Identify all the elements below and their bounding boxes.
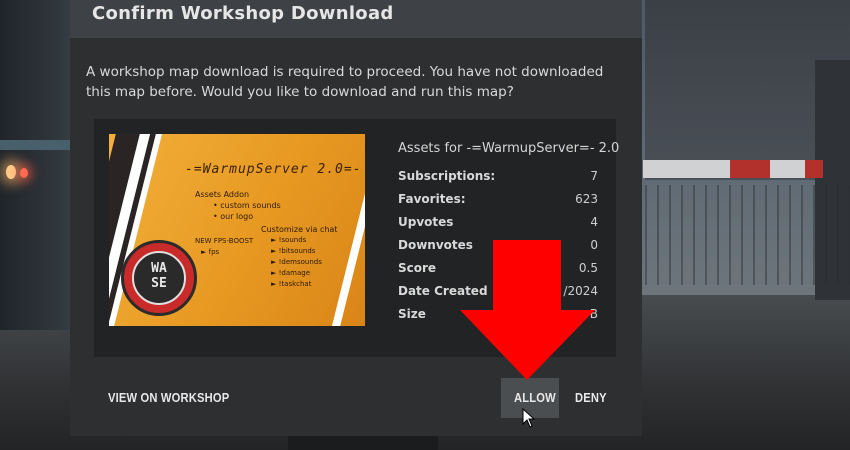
thumbnail-chat-item: ► !sounds [271,236,307,244]
background-player-legs [288,434,438,450]
thumbnail-title: -=WarmupServer 2.0=- [185,162,362,177]
background-light [20,168,28,178]
wase-logo-line: WA [151,261,167,276]
stat-label: Score [398,261,437,275]
map-thumbnail: -=WarmupServer 2.0=- Assets Addon • cust… [109,134,365,326]
stat-value: 623 [575,192,598,206]
dialog-title: Confirm Workshop Download [92,3,394,24]
thumbnail-chat-item: ► !bitsounds [271,247,316,255]
background-fence [645,185,850,285]
thumbnail-fps-line: ► fps [201,248,220,256]
background-left-strip [0,140,70,150]
thumbnail-assets-item: • our logo [213,212,254,221]
thumbnail-chat-item: ► !taskchat [271,280,312,288]
red-arrow-down-icon [460,240,595,380]
wase-logo-text: WA SE [134,261,184,291]
stat-label: Upvotes [398,215,454,229]
stat-row-subscriptions: Subscriptions: 7 [398,169,598,192]
view-on-workshop-button[interactable]: VIEW ON WORKSHOP [108,390,229,405]
mouse-cursor-icon [522,408,536,428]
dialog-message: A workshop map download is required to p… [86,64,604,100]
thumbnail-assets-heading: Assets Addon [195,190,250,199]
thumbnail-assets-item: • custom sounds [213,201,281,210]
dialog-header: Confirm Workshop Download [70,0,642,38]
thumbnail-chat-item: ► !damage [271,269,311,277]
thumbnail-chat-item: ► !demsounds [271,258,322,266]
stat-row-upvotes: Upvotes 4 [398,215,598,238]
thumbnail-fps-line: NEW FPS-BOOST [195,237,254,245]
red-arrow-shape [460,240,595,380]
stat-row-favorites: Favorites: 623 [398,192,598,215]
deny-button[interactable]: DENY [575,390,607,405]
wase-logo-icon: WA SE [121,240,197,316]
stat-label: Favorites: [398,192,466,206]
wase-logo-line: SE [151,276,167,291]
stat-value: 4 [590,215,598,229]
stat-value: 7 [590,169,598,183]
allow-button[interactable]: ALLOW [514,390,556,405]
background-gate-stripe [805,160,823,178]
wase-logo-inner: WA SE [132,251,186,305]
stat-label: Subscriptions: [398,169,496,183]
mouse-cursor-shape [522,408,536,428]
asset-title: Assets for -=WarmupServer=- 2.0 [398,141,620,156]
stat-label: Size [398,307,426,321]
thumbnail-chat-heading: Customize via chat [261,225,338,234]
background-gate-stripe [730,160,770,178]
background-light [6,165,16,179]
